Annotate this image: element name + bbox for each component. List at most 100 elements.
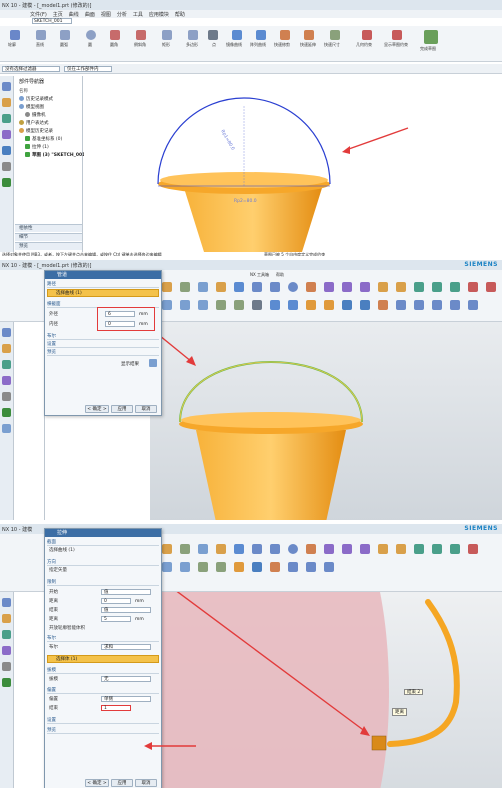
- roles-icon[interactable]: [2, 178, 11, 187]
- menu-help[interactable]: 帮助: [175, 11, 185, 18]
- mirror-feature-icon[interactable]: [288, 300, 298, 310]
- quick-trim-icon[interactable]: [280, 30, 290, 40]
- section-boolean[interactable]: 布尔: [47, 333, 159, 340]
- ok-button[interactable]: < 确定 >: [85, 405, 109, 413]
- section-view-icon[interactable]: [324, 300, 334, 310]
- finish-sketch-icon[interactable]: [424, 30, 438, 44]
- part-navigator-icon[interactable]: [2, 82, 11, 91]
- render-icon[interactable]: [378, 300, 388, 310]
- chamfer-icon[interactable]: [396, 282, 406, 292]
- assembly-navigator-icon[interactable]: [2, 344, 11, 353]
- tree-item-model-history[interactable]: 模型历史记录: [19, 127, 53, 134]
- block-icon[interactable]: [234, 282, 244, 292]
- trim-body-icon[interactable]: [468, 282, 478, 292]
- section-dependencies[interactable]: 相依性: [15, 224, 82, 232]
- tree-item-sketch[interactable]: 草图 (3) "SKETCH_001": [25, 151, 88, 158]
- point-icon[interactable]: [252, 300, 262, 310]
- rotate-icon[interactable]: [450, 300, 460, 310]
- intersect-icon[interactable]: [360, 282, 370, 292]
- extrude-icon[interactable]: [162, 282, 172, 292]
- shell-icon[interactable]: [414, 282, 424, 292]
- section-settings[interactable]: 设置: [47, 341, 159, 348]
- menu-toolbox[interactable]: NX 工具箱: [250, 272, 269, 278]
- profile-icon[interactable]: [10, 30, 20, 40]
- tree-item-cameras[interactable]: 摄像机: [25, 111, 46, 118]
- show-result-icon[interactable]: [149, 359, 157, 367]
- tree-item-extrude[interactable]: 拉伸 (1): [25, 143, 49, 150]
- datum-axis-icon[interactable]: [180, 300, 190, 310]
- checkbox-icon[interactable]: [25, 144, 30, 149]
- cylinder-icon[interactable]: [252, 282, 262, 292]
- history-icon[interactable]: [2, 392, 11, 401]
- measure-icon[interactable]: [306, 300, 316, 310]
- fit-icon[interactable]: [414, 300, 424, 310]
- menu-curve[interactable]: 曲线: [69, 11, 79, 18]
- tree-item-model-views[interactable]: 模型视图: [19, 103, 44, 110]
- arc-icon[interactable]: [60, 30, 70, 40]
- sphere-icon[interactable]: [288, 282, 298, 292]
- draft-icon[interactable]: [432, 282, 442, 292]
- web-browser-icon[interactable]: [2, 146, 11, 155]
- quick-dimension-icon[interactable]: [330, 30, 340, 40]
- cone-icon[interactable]: [270, 282, 280, 292]
- menu-analysis[interactable]: 分析: [117, 11, 127, 18]
- show-constraints-icon[interactable]: [392, 30, 402, 40]
- show-hide-icon[interactable]: [360, 300, 370, 310]
- subtract-icon[interactable]: [342, 282, 352, 292]
- menu-tools[interactable]: 工具: [133, 11, 143, 18]
- apply-button[interactable]: 应用: [111, 405, 133, 413]
- hole-icon[interactable]: [198, 282, 208, 292]
- menu-file[interactable]: 文件(F): [30, 11, 47, 18]
- assembly-navigator-icon[interactable]: [2, 98, 11, 107]
- sketch-name-field[interactable]: SKETCH_001: [32, 18, 72, 24]
- split-body-icon[interactable]: [486, 282, 496, 292]
- assembly-scope-select[interactable]: 仅在工作部件内: [64, 66, 112, 72]
- reuse-library-icon[interactable]: [2, 130, 11, 139]
- rectangle-icon[interactable]: [162, 30, 172, 40]
- graphics-window[interactable]: [137, 317, 502, 520]
- point-icon[interactable]: [208, 30, 218, 40]
- graphics-window[interactable]: Rp1=80.0 Rp2=80.0: [84, 76, 502, 252]
- chamfer-icon[interactable]: [136, 30, 146, 40]
- fillet-icon[interactable]: [110, 30, 120, 40]
- system-icon[interactable]: [2, 424, 11, 433]
- show-result-label[interactable]: 显示结果: [121, 361, 139, 367]
- tree-item-expressions[interactable]: 用户表达式: [19, 119, 49, 126]
- menu-help[interactable]: 帮助: [276, 272, 284, 278]
- pan-icon[interactable]: [468, 300, 478, 310]
- menu-apps[interactable]: 应用模块: [149, 11, 169, 18]
- history-icon[interactable]: [2, 162, 11, 171]
- tree-item-history-mode[interactable]: 历史记录模式: [19, 95, 53, 102]
- datum-csys-icon[interactable]: [198, 300, 208, 310]
- constraint-navigator-icon[interactable]: [2, 360, 11, 369]
- checkbox-icon[interactable]: [25, 152, 30, 157]
- circle-icon[interactable]: [86, 30, 96, 40]
- cancel-button[interactable]: 取消: [135, 405, 157, 413]
- menu-home[interactable]: 主页: [53, 11, 63, 18]
- offset-face-icon[interactable]: [450, 282, 460, 292]
- tube-icon[interactable]: [306, 282, 316, 292]
- constraint-navigator-icon[interactable]: [2, 114, 11, 123]
- pattern-curve-icon[interactable]: [256, 30, 266, 40]
- section-path[interactable]: 路径: [47, 281, 159, 288]
- unite-icon[interactable]: [324, 282, 334, 292]
- menu-surface[interactable]: 曲面: [85, 11, 95, 18]
- pattern-feature-icon[interactable]: [270, 300, 280, 310]
- zoom-icon[interactable]: [432, 300, 442, 310]
- reuse-library-icon[interactable]: [2, 376, 11, 385]
- quick-extend-icon[interactable]: [304, 30, 314, 40]
- polygon-icon[interactable]: [188, 30, 198, 40]
- part-navigator-icon[interactable]: [2, 328, 11, 337]
- boss-icon[interactable]: [216, 282, 226, 292]
- mirror-curve-icon[interactable]: [232, 30, 242, 40]
- sketch-icon[interactable]: [216, 300, 226, 310]
- section-preview[interactable]: 预览: [15, 242, 82, 250]
- menu-view[interactable]: 视图: [101, 11, 111, 18]
- tree-item-datum-csys[interactable]: 基准坐标系 (0): [25, 135, 62, 142]
- geometric-constraint-icon[interactable]: [362, 30, 372, 40]
- edge-blend-icon[interactable]: [378, 282, 388, 292]
- path-select-curve[interactable]: 选择曲线 (1): [47, 289, 159, 297]
- line-icon[interactable]: [36, 30, 46, 40]
- layer-icon[interactable]: [342, 300, 352, 310]
- revolve-icon[interactable]: [180, 282, 190, 292]
